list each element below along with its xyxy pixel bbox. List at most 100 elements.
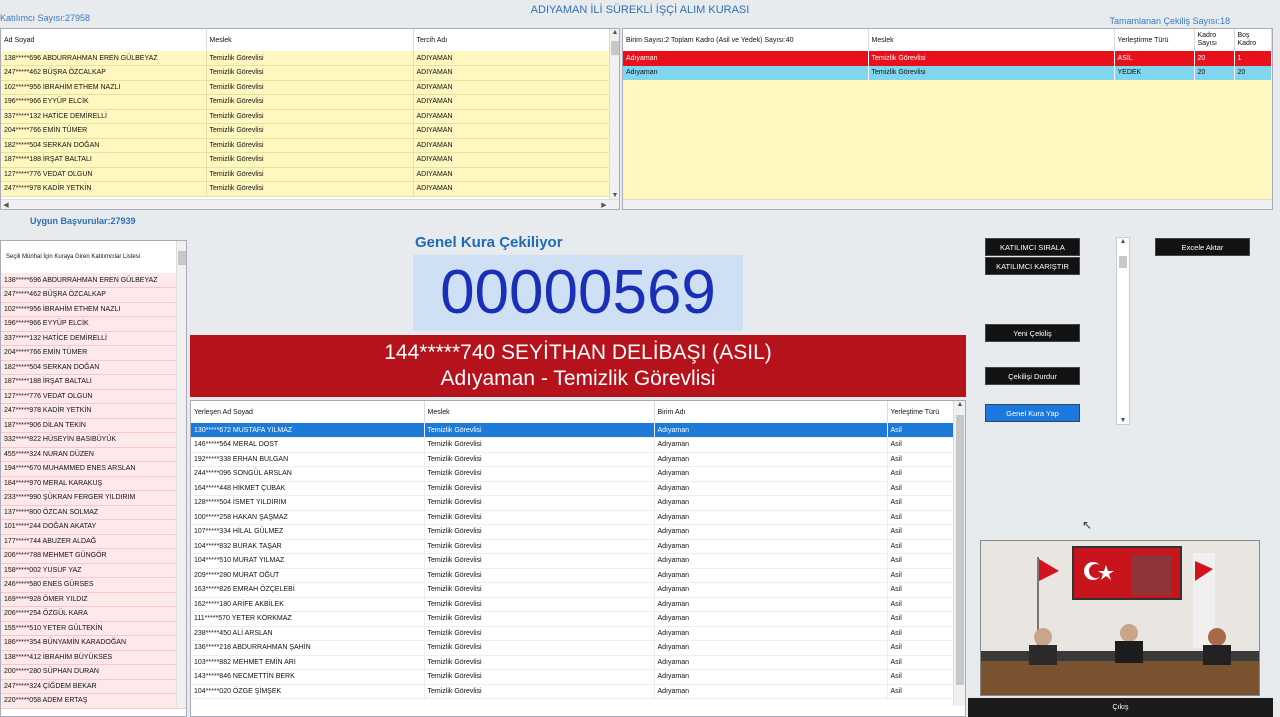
table-row[interactable]: 111*****570 YETER KORKMAZ Temizlik Görevl… (191, 611, 965, 627)
list-item[interactable]: 187*****906 DİLAN TEKİN (1, 418, 186, 433)
exit-button[interactable]: Çıkış (968, 698, 1273, 717)
list-item[interactable]: 186*****354 BÜNYAMİN KARADOĞAN (1, 635, 186, 651)
table-row[interactable]: 187*****188 İRŞAT BALTALI Temizlik Görevl… (1, 152, 619, 168)
table-row[interactable]: Adıyaman Temizlik Görevlisi YEDEK 20 20 (623, 65, 1272, 80)
col-bos-kadro[interactable]: Boş Kadro (1234, 29, 1272, 51)
table-row[interactable]: 104*****832 BURAK TAŞAR Temizlik Görevlis… (191, 539, 965, 554)
placed-table[interactable]: Yerleşen Ad Soyad Meslek Birim Adı Yerle… (190, 400, 966, 717)
list-item[interactable]: 155*****510 YETER GÜLTEKİN (1, 621, 186, 636)
col-kadro[interactable]: Kadro Sayısı (1194, 29, 1235, 51)
export-excel-button[interactable]: Excele Aktar (1155, 238, 1250, 256)
scroll-up-icon[interactable]: ▲ (1117, 238, 1129, 245)
list-item[interactable]: 102*****956 İBRAHİM ETHEM NAZLI (1, 302, 186, 317)
table-row[interactable]: 104*****510 MURAT YILMAZ Temizlik Görevli… (191, 553, 965, 569)
stop-draw-button[interactable]: Çekilişi Durdur (985, 367, 1080, 385)
list-item[interactable]: 455*****324 NURAN DÜZEN (1, 447, 186, 462)
list-item[interactable]: 196*****966 EYYÜP ELCİK (1, 316, 186, 332)
col-tercih[interactable]: Tercih Adı (413, 29, 619, 51)
scroll-up-icon[interactable]: ▲ (610, 29, 619, 36)
scroll-thumb[interactable] (178, 251, 186, 265)
table-row[interactable]: 196*****966 EYYÜP ELCİK Temizlik Görevlis… (1, 94, 619, 110)
list-item[interactable]: 220*****058 ADEM ERTAŞ (1, 693, 186, 709)
table-row[interactable]: 204*****766 EMİN TÜMER Temizlik Görevlisi… (1, 123, 619, 139)
col-yerlesen[interactable]: Yerleşen Ad Soyad (191, 401, 425, 423)
unit-hscroll[interactable] (623, 199, 1272, 209)
table-row[interactable]: 244*****096 SONGÜL ARSLAN Temizlik Görevl… (191, 466, 965, 482)
list-item[interactable]: 177*****744 ABUZER ALDAĞ (1, 534, 186, 549)
applicants-table[interactable]: Ad Soyad Meslek Tercih Adı 138*****696 A… (0, 28, 620, 210)
list-item[interactable]: 246*****580 ENES GÜRSES (1, 577, 186, 593)
scroll-down-icon[interactable]: ▼ (610, 192, 619, 199)
table-row[interactable]: 247*****462 BÜŞRA ÖZCALKAP Temizlik Görev… (1, 65, 619, 81)
list-item[interactable]: 182*****504 SERKAN DOĞAN (1, 360, 186, 375)
eligible-vscroll[interactable] (176, 241, 186, 706)
new-draw-button[interactable]: Yeni Çekiliş (985, 324, 1080, 342)
list-item[interactable]: 101*****244 DOĞAN AKATAY (1, 519, 186, 535)
scroll-thumb[interactable] (956, 415, 964, 685)
table-row[interactable]: 164*****448 HİKMET ÇUBAK Temizlik Görevli… (191, 481, 965, 496)
list-item[interactable]: 247*****324 ÇİĞDEM BEKAR (1, 679, 186, 694)
col-unit-meslek[interactable]: Meslek (868, 29, 1115, 51)
sort-participants-button[interactable]: KATILIMCI SIRALA (985, 238, 1080, 256)
table-row[interactable]: 127*****776 VEDAT OLGUN Temizlik Görevlis… (1, 167, 619, 182)
placed-vscroll[interactable]: ▲ (953, 401, 965, 706)
unit-table[interactable]: Birim Sayısı:2 Toplam Kadro (Asil ve Yed… (622, 28, 1273, 210)
table-row[interactable]: 143*****846 NECMETTİN BERK Temizlik Görev… (191, 669, 965, 685)
table-row[interactable]: 107*****334 HİLAL GÜLMEZ Temizlik Görevli… (191, 524, 965, 540)
list-item[interactable]: 332*****822 HÜSEYİN BASIBÜYÜK (1, 432, 186, 448)
col-birim-adi[interactable]: Birim Adı (654, 401, 888, 423)
list-item[interactable]: 247*****978 KADİR YETKİN (1, 403, 186, 419)
table-row[interactable]: 192*****338 ERHAN BULGAN Temizlik Görevli… (191, 452, 965, 467)
table-row[interactable]: 163*****826 EMRAH ÖZÇELEBİ Temizlik Görev… (191, 582, 965, 598)
table-row[interactable]: 128*****504 İSMET YILDIRIM Temizlik Görev… (191, 495, 965, 511)
col-yerlesme[interactable]: Yerleştirme Türü (1114, 29, 1195, 51)
table-row[interactable]: 103*****882 MEHMET EMİN ARI Temizlik Göre… (191, 655, 965, 670)
list-item[interactable]: 206*****788 MEHMET GÜNGÖR (1, 548, 186, 564)
list-item[interactable]: 169*****928 ÖMER YILDIZ (1, 592, 186, 607)
list-item[interactable]: 137*****800 ÖZCAN SOLMAZ (1, 505, 186, 520)
list-item[interactable]: 247*****462 BÜŞRA ÖZCALKAP (1, 287, 186, 303)
list-item[interactable]: 127*****776 VEDAT OLGUN (1, 389, 186, 404)
scroll-left-icon[interactable]: ◀ (1, 201, 11, 209)
table-row[interactable]: 146*****564 MERAL DOST Temizlik Görevlisi… (191, 437, 965, 453)
scroll-down-icon[interactable]: ▼ (1117, 417, 1129, 424)
controls-scrollbar[interactable]: ▲ ▼ (1116, 237, 1130, 425)
list-item[interactable]: 200*****280 SÜPHAN DURAN (1, 664, 186, 680)
list-item[interactable]: 337*****132 HATİCE DEMİRELLİ (1, 331, 186, 346)
list-item[interactable]: 206*****254 ÖZGÜL KARA (1, 606, 186, 622)
table-row[interactable]: 130*****672 MUSTAFA YILMAZ Temizlik Görev… (191, 423, 965, 438)
general-draw-button[interactable]: Genel Kura Yap (985, 404, 1080, 422)
list-item[interactable]: 138*****696 ABDURRAHMAN EREN GÜLBEYAZ (1, 273, 186, 288)
table-row[interactable]: 138*****696 ABDURRAHMAN EREN GÜLBEYAZ Tem… (1, 51, 619, 66)
table-row[interactable]: 238*****450 ALİ ARSLAN Temizlik Görevlisi… (191, 626, 965, 641)
scroll-up-icon[interactable]: ▲ (954, 401, 965, 408)
scroll-right-icon[interactable]: ▶ (599, 201, 609, 209)
list-item[interactable]: 194*****670 MUHAMMED ENES ARSLAN (1, 461, 186, 477)
table-row[interactable]: 209*****280 MURAT OĞUT Temizlik Görevlisi… (191, 568, 965, 583)
scroll-thumb[interactable] (1119, 256, 1127, 268)
table-row[interactable]: 104*****020 ÖZGE ŞİMŞEK Temizlik Görevlis… (191, 684, 965, 699)
scroll-thumb[interactable] (611, 41, 619, 55)
list-item[interactable]: 204*****766 EMİN TÜMER (1, 345, 186, 361)
shuffle-participants-button[interactable]: KATILIMCI KARIŞTIR (985, 257, 1080, 275)
list-item[interactable]: 233*****990 ŞÜKRAN FERGER YILDIRIM (1, 490, 186, 506)
table-row[interactable]: 162*****180 ARİFE AKBİLEK Temizlik Görevl… (191, 597, 965, 612)
table-row[interactable]: 102*****956 İBRAHİM ETHEM NAZLI Temizlik … (1, 80, 619, 95)
col-ad-soyad[interactable]: Ad Soyad (1, 29, 207, 51)
eligible-list[interactable]: Seçili Münhal İçin Kuraya Giren Katılımc… (0, 240, 187, 717)
table-row[interactable]: Adıyaman Temizlik Görevlisi ASİL 20 1 (623, 51, 1272, 66)
applicants-hscroll[interactable]: ◀ ▶ (1, 199, 619, 209)
list-item[interactable]: 187*****188 İRŞAT BALTALI (1, 374, 186, 390)
list-item[interactable]: 184*****970 MERAL KARAKUŞ (1, 476, 186, 491)
col-birim[interactable]: Birim Sayısı:2 Toplam Kadro (Asil ve Yed… (623, 29, 869, 51)
applicants-vscroll[interactable]: ▲ ▼ (609, 29, 619, 199)
list-item[interactable]: 158*****002 YUSUF YAZ (1, 563, 186, 578)
table-row[interactable]: 100*****258 HAKAN ŞAŞMAZ Temizlik Görevli… (191, 510, 965, 525)
table-row[interactable]: 182*****504 SERKAN DOĞAN Temizlik Görevli… (1, 138, 619, 153)
table-row[interactable]: 136*****218 ABDURRAHMAN ŞAHİN Temizlik Gö… (191, 640, 965, 656)
table-row[interactable]: 337*****132 HATİCE DEMİRELLİ Temizlik Gör… (1, 109, 619, 124)
table-row[interactable]: 247*****978 KADİR YETKİN Temizlik Görevli… (1, 181, 619, 197)
col-meslek[interactable]: Meslek (206, 29, 414, 51)
list-item[interactable]: 138*****412 İBRAHİM BÜYÜKSES (1, 650, 186, 665)
col-placed-meslek[interactable]: Meslek (424, 401, 655, 423)
